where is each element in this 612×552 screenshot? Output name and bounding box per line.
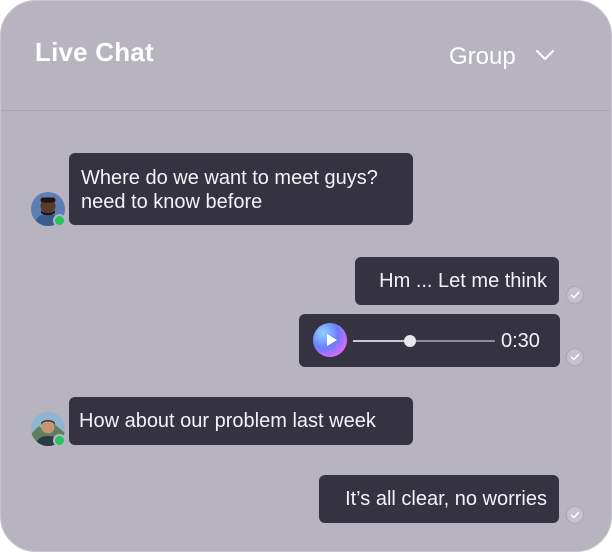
group-selector[interactable]: Group bbox=[437, 37, 577, 77]
message-bubble: How about our problem last week bbox=[69, 397, 413, 445]
audio-scrubber-handle[interactable] bbox=[403, 335, 416, 347]
message-bubble: Hm ... Let me think bbox=[355, 257, 559, 305]
chat-title: Live Chat bbox=[35, 37, 154, 67]
read-check-icon bbox=[566, 348, 584, 366]
message-text: Where do we want to meet guys? bbox=[81, 167, 378, 189]
read-check-icon bbox=[566, 506, 584, 524]
message-text: Hm ... Let me think bbox=[379, 270, 547, 292]
chevron-down-icon bbox=[535, 49, 555, 61]
message-bubble: Where do we want to meet guys? need to k… bbox=[69, 153, 413, 225]
live-chat-panel: Live Chat Group Where do we want to meet… bbox=[0, 0, 612, 552]
online-status-dot bbox=[53, 434, 66, 447]
voice-message-bubble: 0:30 bbox=[299, 314, 560, 367]
chat-header: Live Chat Group bbox=[1, 1, 611, 111]
message-text: It’s all clear, no worries bbox=[345, 488, 547, 510]
message-bubble: It’s all clear, no worries bbox=[319, 475, 559, 523]
play-icon bbox=[327, 334, 337, 346]
message-text: How about our problem last week bbox=[79, 410, 376, 432]
audio-duration: 0:30 bbox=[501, 330, 540, 352]
read-check-icon bbox=[566, 286, 584, 304]
play-button[interactable] bbox=[313, 323, 347, 357]
group-selector-label: Group bbox=[449, 43, 516, 70]
message-text: need to know before bbox=[81, 191, 263, 213]
audio-progress-fill bbox=[353, 340, 410, 342]
online-status-dot bbox=[53, 214, 66, 227]
